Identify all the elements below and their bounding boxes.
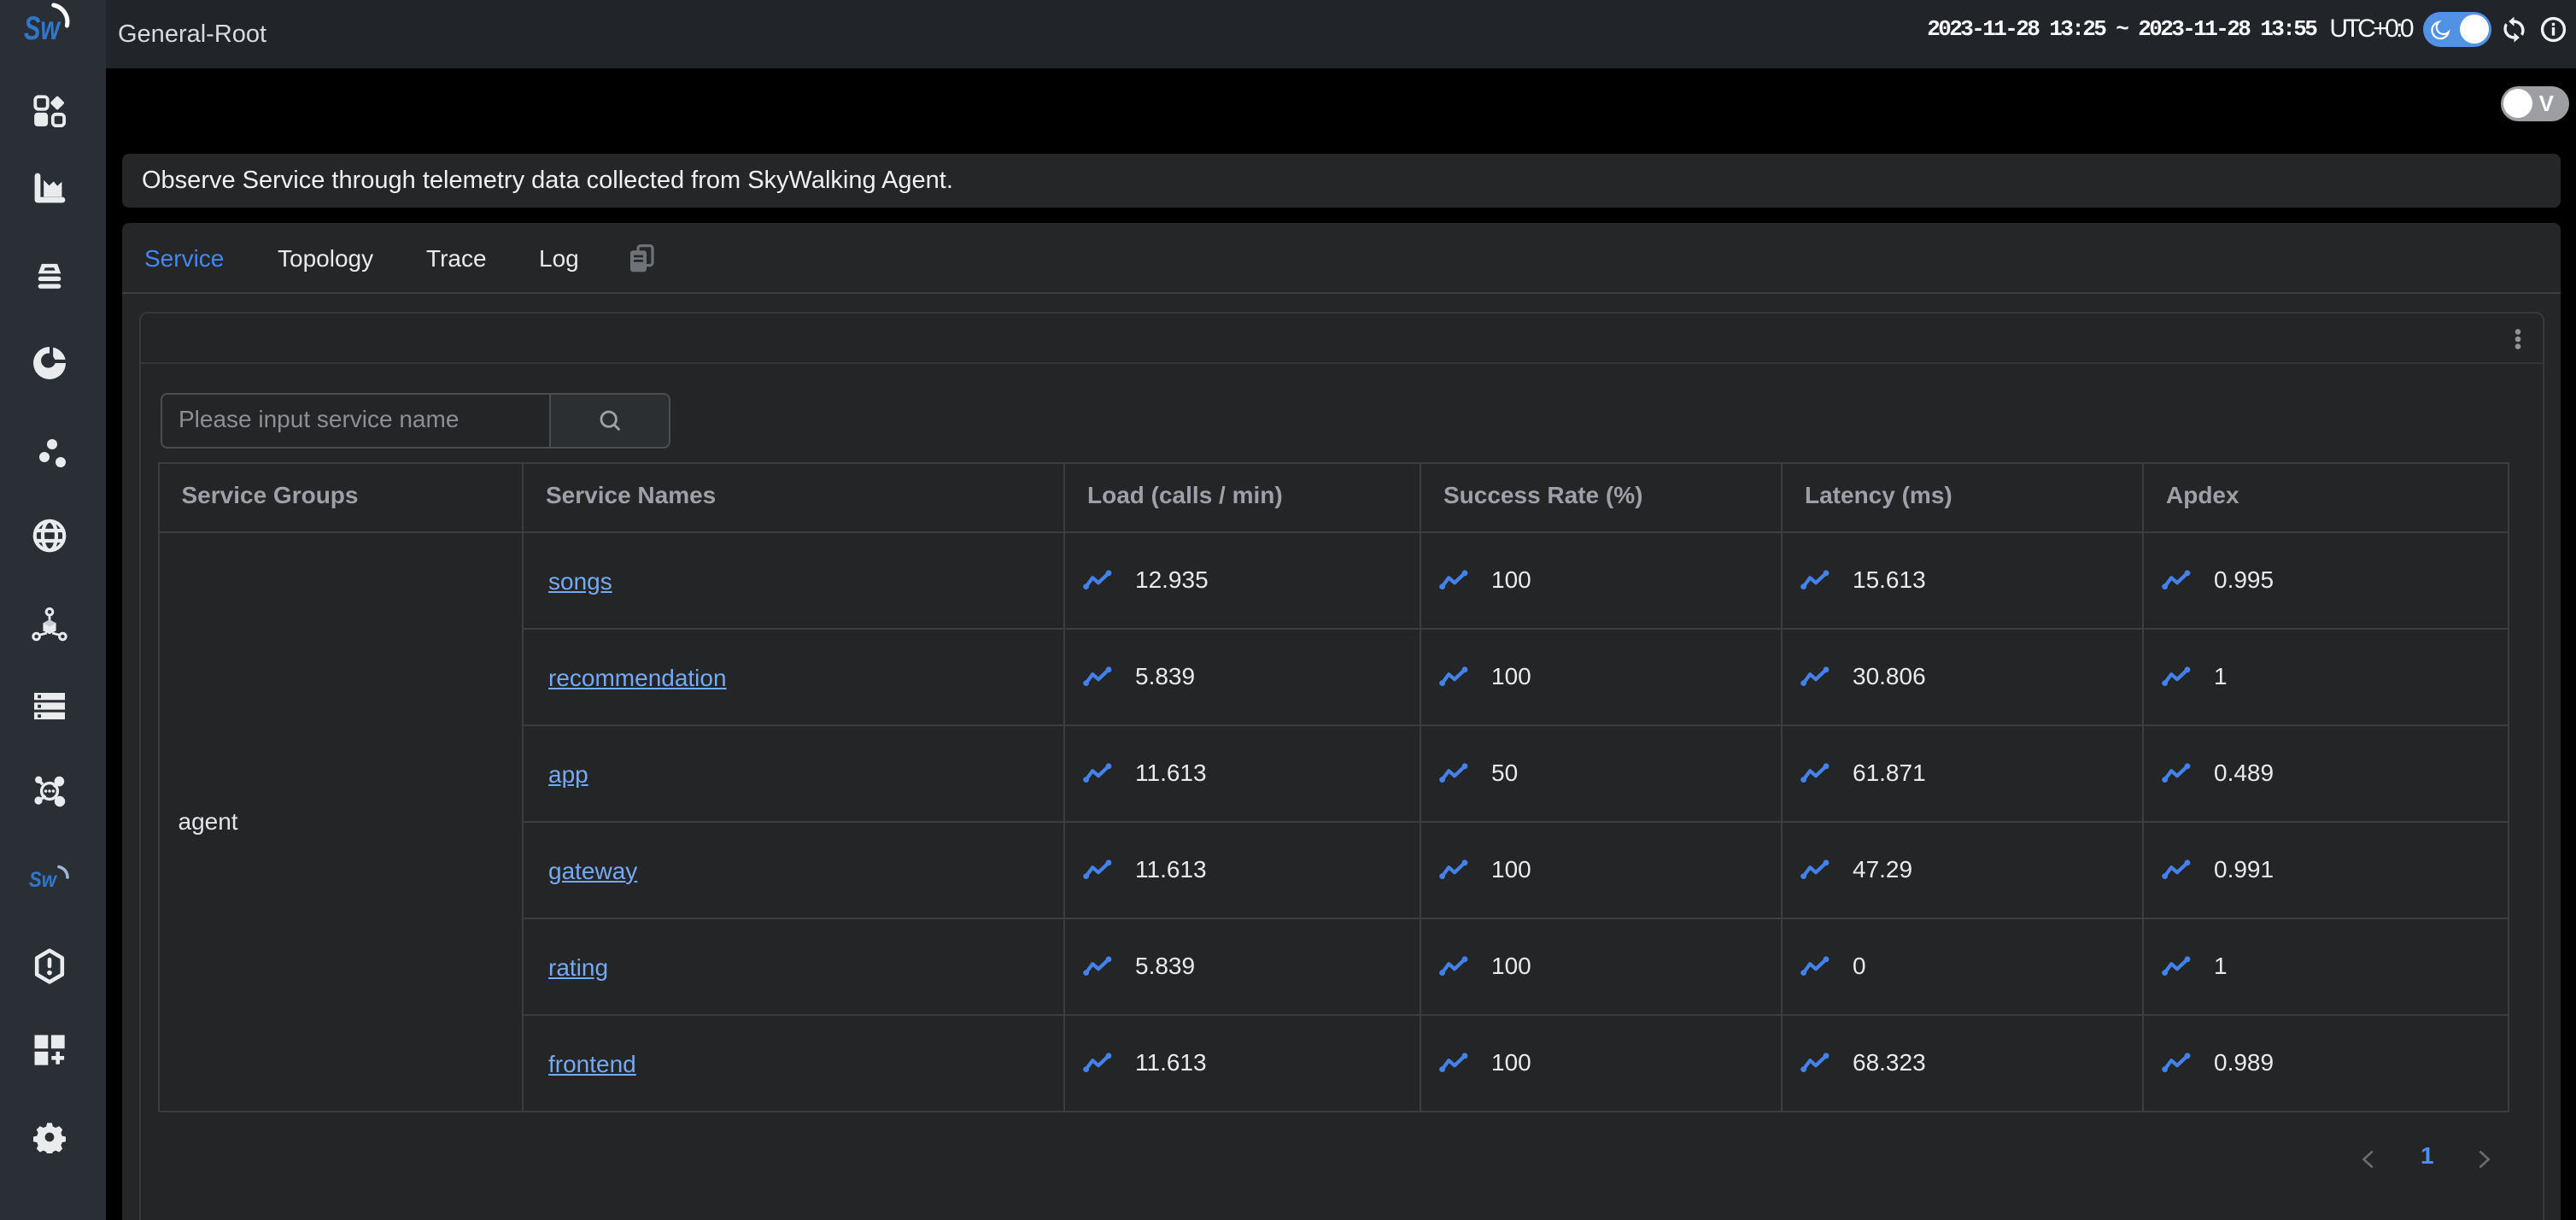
- svg-text:Sw: Sw: [29, 868, 57, 892]
- svg-text:Sw: Sw: [24, 10, 61, 41]
